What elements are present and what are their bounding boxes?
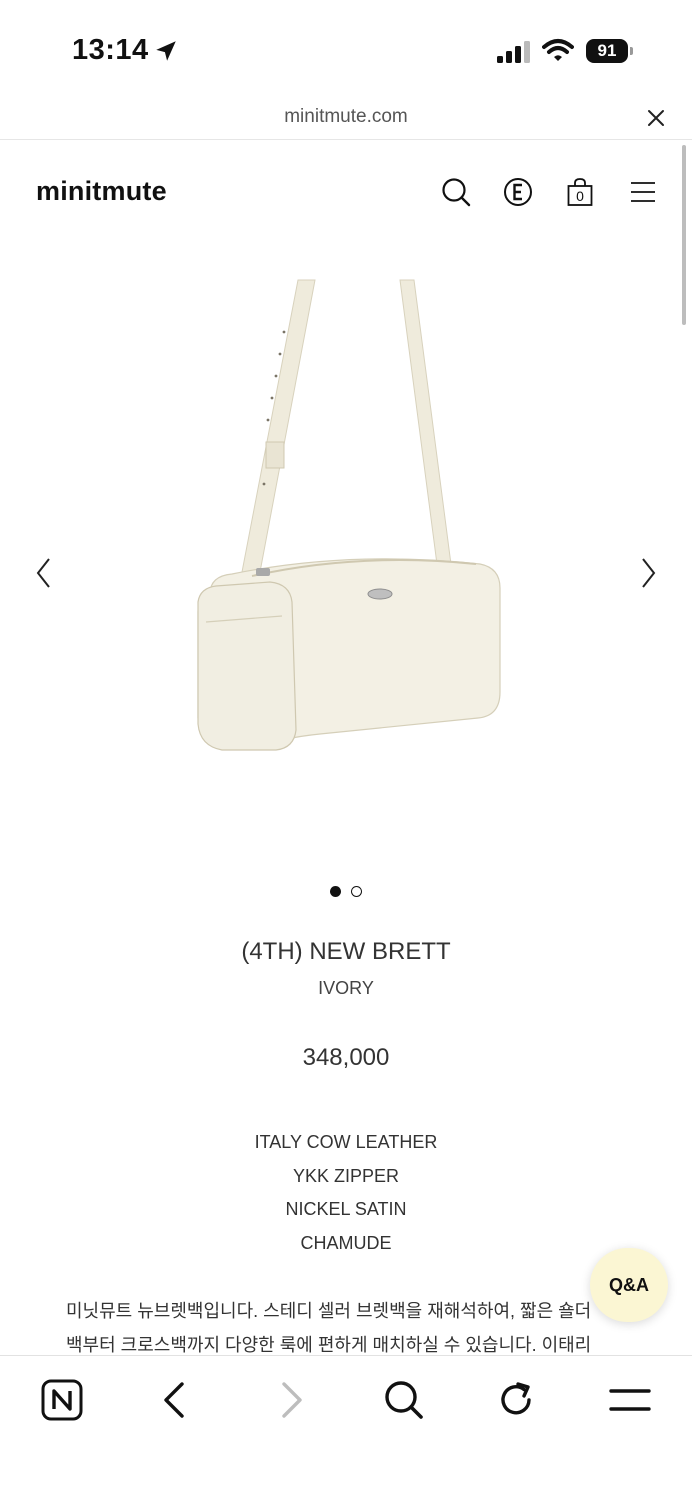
wifi-icon: [542, 39, 574, 61]
back-icon[interactable]: [154, 1378, 198, 1422]
browser-url-bar: minitmute.com: [0, 100, 692, 140]
battery-icon: 91: [586, 38, 634, 64]
currency-e-icon[interactable]: [502, 176, 534, 208]
search-icon[interactable]: [440, 176, 472, 208]
status-time: 13:14: [72, 34, 149, 66]
product-description: 미닛뮤트 뉴브렛백입니다. 스테디 셀러 브렛백을 재해석하여, 짧은 숄더 백…: [66, 1294, 646, 1362]
chevron-right-icon[interactable]: [636, 556, 660, 590]
spec-line: YKK ZIPPER: [292, 1166, 400, 1186]
menu-icon[interactable]: [608, 1378, 652, 1422]
cart-count: 0: [576, 188, 584, 204]
chevron-left-icon[interactable]: [32, 556, 56, 590]
product-gallery: [0, 260, 692, 880]
menu-icon[interactable]: [627, 176, 659, 208]
forward-icon[interactable]: [268, 1378, 312, 1422]
naver-n-icon[interactable]: [40, 1378, 84, 1422]
page-dot[interactable]: [351, 886, 362, 897]
spec-line: ITALY COW LEATHER: [254, 1132, 438, 1152]
browser-toolbar: [0, 1355, 692, 1500]
close-icon[interactable]: [646, 108, 666, 128]
shopping-bag-icon[interactable]: 0: [564, 176, 596, 208]
product-color: IVORY: [318, 978, 374, 998]
spec-line: NICKEL SATIN: [285, 1199, 407, 1219]
spec-line: CHAMUDE: [300, 1233, 392, 1253]
search-icon[interactable]: [382, 1378, 426, 1422]
product-image[interactable]: [180, 272, 510, 772]
location-arrow-icon: [156, 41, 176, 61]
status-bar: 13:14 91: [0, 0, 692, 100]
site-header: minitmute 0: [0, 140, 692, 250]
battery-level: 91: [586, 39, 628, 63]
description-line: 미닛뮤트 뉴브렛백입니다. 스테디 셀러 브렛백을 재해석하여, 짧은 숄더: [66, 1301, 592, 1321]
signal-icon: [497, 41, 530, 63]
reload-icon[interactable]: [494, 1378, 538, 1422]
url-text[interactable]: minitmute.com: [0, 106, 692, 128]
gallery-pagination: [330, 886, 370, 900]
site-logo[interactable]: minitmute: [36, 176, 167, 207]
qa-button[interactable]: Q&A: [590, 1248, 668, 1322]
product-price: 348,000: [302, 1044, 390, 1071]
page-dot-active[interactable]: [330, 886, 341, 897]
product-name: (4TH) NEW BRETT: [241, 938, 451, 965]
